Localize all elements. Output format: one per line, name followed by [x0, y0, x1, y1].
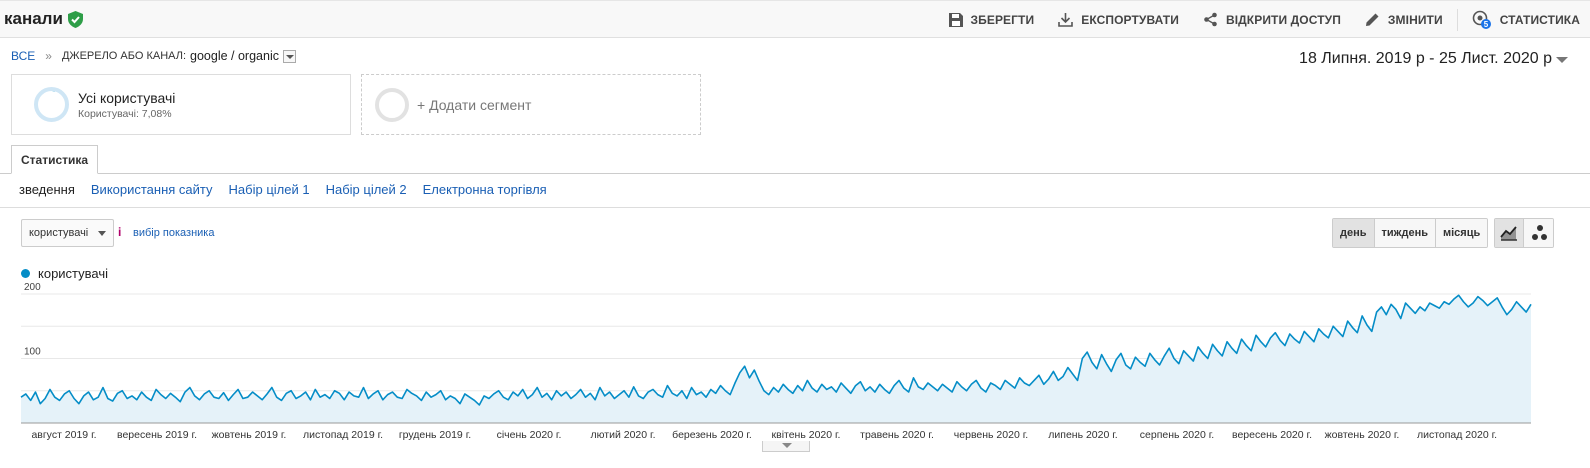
subnav-site-usage[interactable]: Використання сайту	[91, 182, 213, 197]
date-range-picker[interactable]: 18 Липня. 2019 р - 25 Лист. 2020 р	[1299, 50, 1552, 68]
granularity-day-button[interactable]: день	[1333, 219, 1374, 247]
report-title-text: канали	[4, 9, 63, 28]
subnav-summary[interactable]: зведення	[19, 182, 75, 197]
insights-icon: 5	[1472, 10, 1491, 29]
x-tick-label: жовтень 2019 г.	[212, 429, 287, 441]
x-tick-label: серпень 2020 г.	[1140, 429, 1214, 441]
x-tick-label: липень 2020 г.	[1048, 429, 1117, 441]
report-title: канали	[4, 9, 83, 29]
breadcrumb: ВСЕ » ДЖЕРЕЛО АБО КАНАЛ: google / organi…	[11, 49, 296, 63]
x-tick-label: грудень 2019 г.	[399, 429, 471, 441]
legend-swatch	[21, 269, 30, 278]
pencil-icon	[1365, 13, 1379, 26]
save-label: ЗБЕРЕГТИ	[970, 12, 1035, 27]
report-header: канали ЗБЕРЕГТИ ЕКСПОРТУВАТИ ВІДКРИТИ ДО…	[0, 0, 1590, 38]
users-area-chart: 100 200 август 2019 г. вересень 2019 г. жовт…	[20, 282, 1532, 441]
x-tick-label: січень 2020 г.	[497, 429, 562, 441]
x-tick-label: червень 2020 г.	[954, 429, 1028, 441]
x-tick-label: жовтень 2020 г.	[1325, 429, 1400, 441]
x-tick-label: травень 2020 г.	[860, 429, 934, 441]
breadcrumb-all-link[interactable]: ВСЕ	[11, 49, 35, 63]
share-label: ВІДКРИТИ ДОСТУП	[1225, 12, 1341, 27]
insights-badge: 5	[1483, 20, 1488, 29]
x-tick-label: листопад 2020 г.	[1417, 429, 1497, 441]
share-icon	[1204, 12, 1217, 27]
save-button[interactable]: ЗБЕРЕГТИ	[948, 12, 1035, 27]
segment-sub: Користувачі: 7,08%	[78, 107, 172, 120]
subnav-goal-set-1[interactable]: Набір цілей 1	[229, 182, 310, 197]
export-button[interactable]: ЕКСПОРТУВАТИ	[1058, 12, 1179, 27]
floppy-icon	[948, 12, 963, 27]
x-tick-label: август 2019 г.	[31, 429, 96, 441]
y-tick-label: 100	[24, 347, 41, 358]
shield-check-icon	[67, 10, 83, 28]
legend-label: користувачі	[38, 266, 109, 281]
download-icon	[1058, 13, 1074, 27]
add-segment-label: + Додати сегмент	[417, 96, 532, 113]
edit-button[interactable]: ЗМІНИТИ	[1365, 12, 1443, 27]
subnav-goal-set-2[interactable]: Набір цілей 2	[326, 182, 407, 197]
chart-type-toggle	[1494, 218, 1554, 248]
subnav-ecommerce[interactable]: Електронна торгівля	[423, 182, 547, 197]
segment-name: Усі користувачі	[78, 89, 176, 106]
breadcrumb-dimension-label: ДЖЕРЕЛО АБО КАНАЛ:	[61, 50, 187, 62]
y-tick-label: 200	[24, 282, 41, 293]
empty-segment-ring-icon	[375, 87, 409, 122]
tab-statistics[interactable]: Статистика	[11, 145, 99, 174]
insights-button[interactable]: 5 СТАТИСТИКА	[1472, 10, 1580, 30]
x-tick-label: березень 2020 г.	[672, 429, 752, 441]
report-tabs: Статистика	[0, 145, 1590, 174]
breadcrumb-dimension-value: google / organic	[190, 49, 279, 63]
x-tick-label: вересень 2019 г.	[117, 429, 197, 441]
granularity-toggle: день тиждень місяць	[1332, 218, 1489, 248]
motion-chart-button[interactable]	[1524, 219, 1553, 247]
breadcrumb-separator: »	[45, 49, 52, 63]
x-tick-label: листопад 2019 г.	[303, 429, 383, 441]
insights-label: СТАТИСТИКА	[1499, 12, 1580, 27]
export-label: ЕКСПОРТУВАТИ	[1081, 12, 1179, 27]
x-tick-label: лютий 2020 г.	[591, 429, 656, 441]
edit-label: ЗМІНИТИ	[1387, 12, 1443, 27]
line-chart-icon	[1500, 226, 1517, 241]
segment-text: Усі користувачі Користувачі: 7,08%	[78, 90, 175, 120]
segment-all-users[interactable]: Усі користувачі Користувачі: 7,08%	[11, 74, 351, 135]
subnav-divider	[0, 207, 1590, 208]
header-actions: ЗБЕРЕГТИ ЕКСПОРТУВАТИ ВІДКРИТИ ДОСТУП ЗМ…	[948, 1, 1590, 38]
x-tick-label: квітень 2020 г.	[772, 429, 841, 441]
select-metric-link[interactable]: вибір показника	[133, 227, 214, 239]
granularity-week-button[interactable]: тиждень	[1373, 219, 1435, 247]
info-icon[interactable]: і	[118, 225, 121, 239]
series-area	[21, 295, 1531, 423]
chevron-down-icon[interactable]	[1556, 57, 1568, 63]
line-chart-button[interactable]	[1495, 219, 1524, 247]
chart-collapse-handle[interactable]	[762, 441, 810, 452]
segment-ring-icon	[34, 87, 69, 122]
granularity-month-button[interactable]: місяць	[1434, 219, 1488, 247]
explorer-subnav: зведення Використання сайту Набір цілей …	[19, 182, 563, 197]
share-button[interactable]: ВІДКРИТИ ДОСТУП	[1203, 12, 1341, 27]
breadcrumb-dropdown[interactable]	[282, 49, 296, 63]
add-segment-button[interactable]: + Додати сегмент	[361, 74, 701, 135]
x-tick-label: вересень 2020 г.	[1232, 429, 1312, 441]
actions-divider	[1456, 8, 1458, 31]
metric-select[interactable]: користувачі	[21, 219, 114, 247]
chart-legend: користувачі	[21, 266, 108, 281]
bubbles-icon	[1531, 225, 1547, 240]
